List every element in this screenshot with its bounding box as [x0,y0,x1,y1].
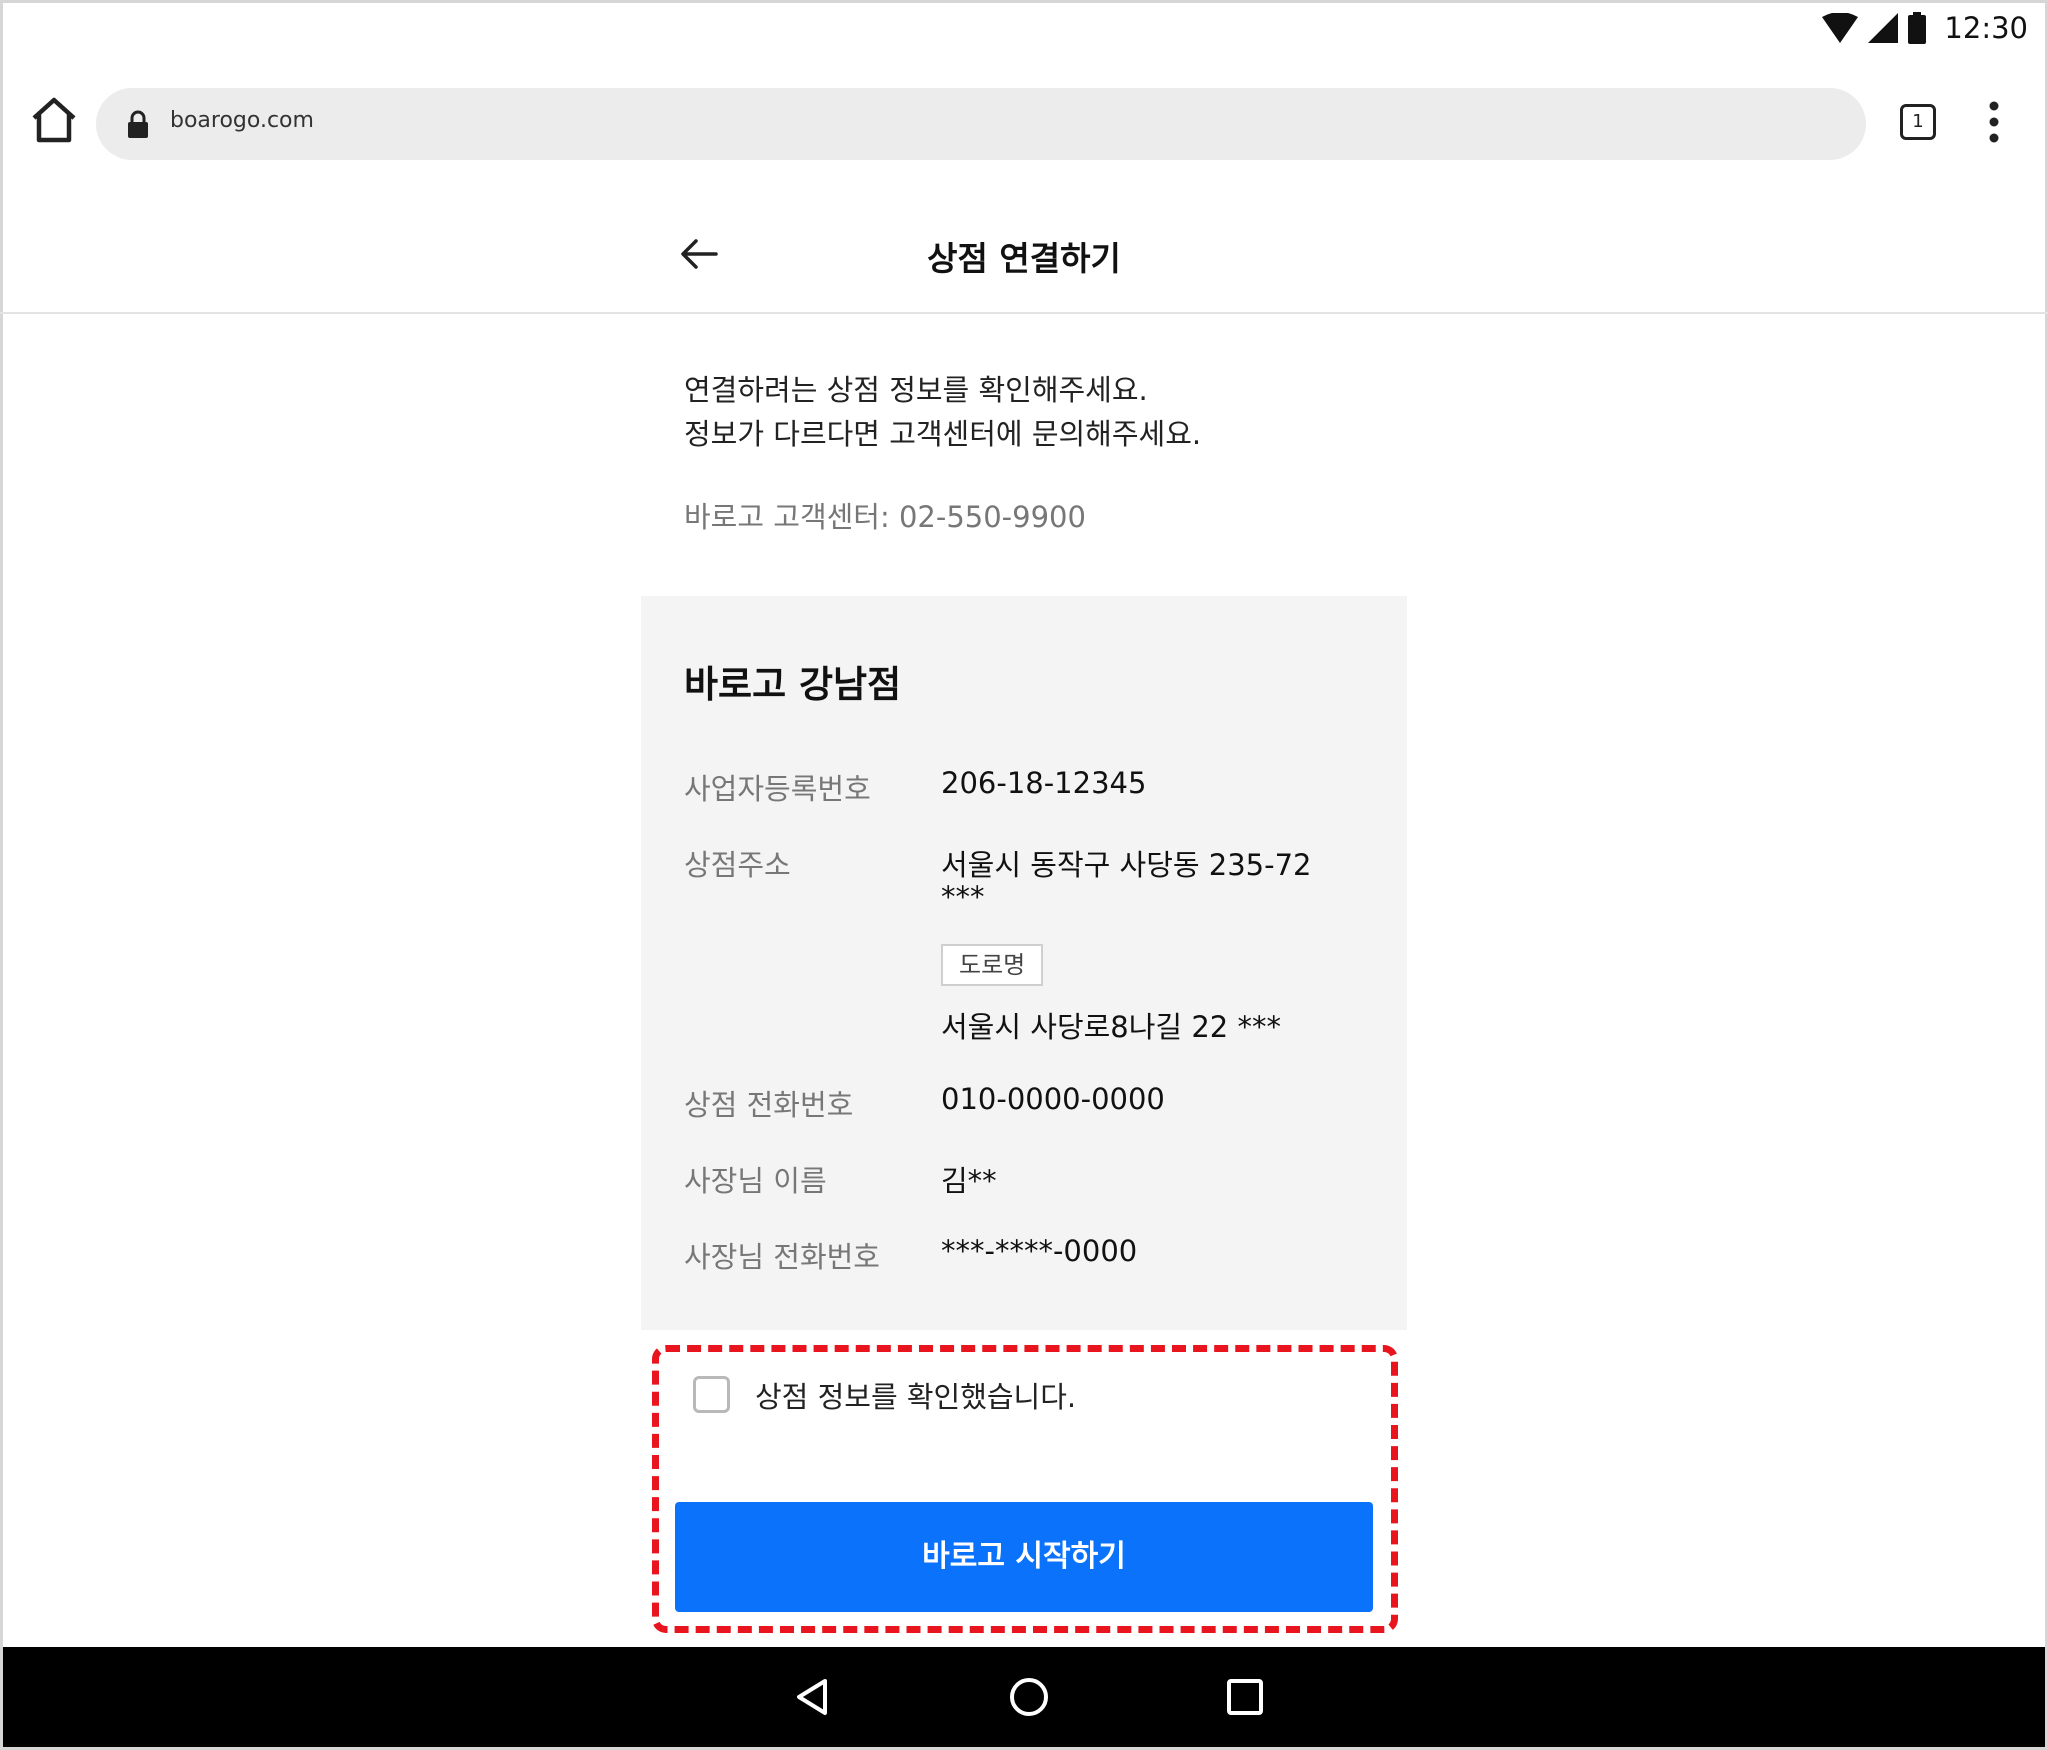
app-header: 상점 연결하기 [0,192,2048,314]
tabs-icon[interactable]: 1 [1900,104,1936,140]
browser-toolbar: boarogo.com 1 [0,56,2048,192]
lock-icon [128,110,148,138]
store-phone-value: 010-0000-0000 [941,1082,1165,1116]
status-icons: 12:30 [1822,8,2028,48]
store-info-card: 바로고 강남점 사업자등록번호 206-18-12345 상점주소 서울시 동작… [641,596,1407,1330]
store-phone-label: 상점 전화번호 [684,1088,854,1122]
intro-line-2: 정보가 다르다면 고객센터에 문의해주세요. [684,417,1202,451]
business-number-label: 사업자등록번호 [684,772,871,806]
owner-name-value: 김** [941,1164,997,1198]
store-name: 바로고 강남점 [684,663,902,706]
signal-icon [1868,13,1899,43]
customer-center-info: 바로고 고객센터: 02-550-9900 [684,500,1086,534]
more-vert-icon[interactable] [1980,100,2008,144]
status-bar: 12:30 [0,0,2048,56]
owner-phone-label: 사장님 전화번호 [684,1240,880,1274]
start-button[interactable]: 바로고 시작하기 [675,1502,1373,1612]
intro-text: 연결하려는 상점 정보를 확인해주세요. 정보가 다르다면 고객센터에 문의해주… [684,368,1201,456]
url-text: boarogo.com [170,108,314,133]
store-address-value: 서울시 동작구 사당동 235-72 [941,848,1312,882]
wifi-icon [1822,13,1859,43]
store-address-label: 상점주소 [684,848,791,882]
address-bar[interactable]: boarogo.com [96,88,1866,160]
store-address-value-masked: *** [941,880,985,914]
confirm-checkbox-label[interactable]: 상점 정보를 확인했습니다. [755,1374,1076,1416]
owner-name-label: 사장님 이름 [684,1164,827,1198]
battery-icon [1908,12,1927,44]
status-time: 12:30 [1944,11,2028,45]
confirm-highlight-box: 상점 정보를 확인했습니다. 바로고 시작하기 [652,1345,1398,1633]
confirm-checkbox[interactable] [693,1376,730,1413]
system-nav-bar [3,1647,2045,1747]
home-icon[interactable] [28,94,80,146]
intro-line-1: 연결하려는 상점 정보를 확인해주세요. [684,373,1148,407]
road-address-value: 서울시 사당로8나길 22 *** [941,1010,1281,1044]
nav-back-icon[interactable] [793,1677,833,1717]
owner-phone-value: ***-****-0000 [941,1234,1138,1268]
page-title: 상점 연결하기 [927,239,1121,278]
business-number-value: 206-18-12345 [941,766,1147,800]
nav-home-icon[interactable] [1007,1675,1051,1719]
road-name-badge: 도로명 [941,944,1044,986]
nav-recents-icon[interactable] [1225,1677,1265,1717]
